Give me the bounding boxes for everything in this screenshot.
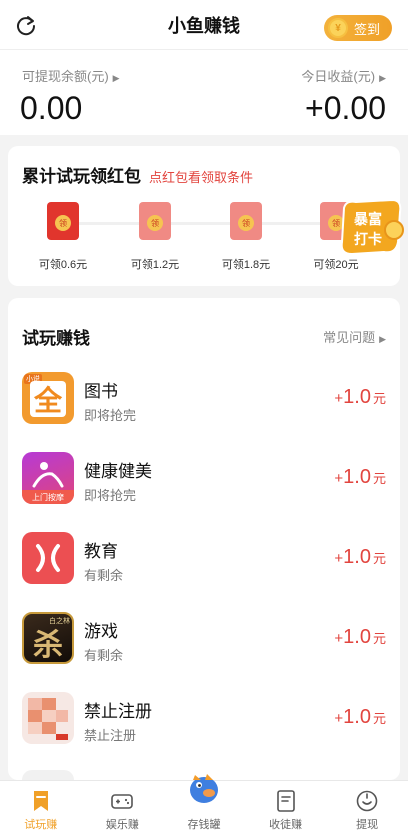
task-reward: +1.0 元 bbox=[334, 546, 386, 568]
tasks-title: 试玩赚钱 bbox=[22, 329, 90, 348]
task-status: 即将抢完 bbox=[84, 488, 137, 503]
red-packet-hint: 点红包看领取条件 bbox=[149, 170, 254, 185]
task-name: 健康健美 bbox=[84, 462, 152, 481]
education-app-icon bbox=[22, 532, 74, 584]
red-packet-2[interactable]: 领 bbox=[139, 202, 171, 240]
tab-piggy-bank[interactable]: 存钱罐 bbox=[163, 774, 245, 838]
svg-text:打卡: 打卡 bbox=[354, 231, 382, 248]
seal-icon: 领 bbox=[55, 215, 71, 231]
task-status: 有剩余 bbox=[84, 568, 124, 583]
seal-icon: 领 bbox=[238, 215, 254, 231]
red-packet-card: 累计试玩领红包 点红包看领取条件 领 领 领 领 可领0.6元 可领1.2元 可领… bbox=[8, 146, 404, 286]
faq-link[interactable]: 常见问题 ▶ bbox=[323, 327, 386, 346]
checkin-badge-icon[interactable]: 暴富 打卡 bbox=[338, 198, 404, 256]
tab-label: 提现 bbox=[356, 819, 379, 831]
tab-recruit-earn[interactable]: 收徒赚 bbox=[245, 781, 327, 838]
seal-icon: 领 bbox=[147, 215, 163, 231]
massage-app-icon: 上门按摩 bbox=[22, 452, 74, 504]
piggy-bank-icon bbox=[189, 774, 218, 803]
refresh-icon[interactable] bbox=[14, 13, 38, 37]
task-reward: +1.0 元 bbox=[334, 626, 386, 648]
red-packet-1[interactable]: 领 bbox=[47, 202, 79, 240]
balance-panel: 可提现余额(元) ▶ 今日收益(元) ▶ 0.00 +0.00 bbox=[0, 50, 408, 135]
red-packet-label-3: 可领1.8元 bbox=[221, 259, 271, 271]
task-name: 图书 bbox=[84, 382, 118, 401]
tab-label: 娱乐赚 bbox=[105, 819, 139, 831]
task-status: 禁止注册 bbox=[84, 728, 137, 743]
task-reward: +1.0 元 bbox=[334, 466, 386, 488]
tab-label: 试玩赚 bbox=[24, 819, 58, 831]
tab-entertainment-earn[interactable]: 娱乐赚 bbox=[82, 781, 164, 838]
next-task-icon bbox=[22, 770, 74, 780]
today-earnings-link[interactable]: 今日收益(元) ▶ bbox=[301, 66, 386, 85]
withdrawable-value: 0.00 bbox=[20, 90, 83, 126]
faq-label: 常见问题 bbox=[323, 330, 376, 345]
task-reward: +1.0 元 bbox=[334, 386, 386, 408]
gamepad-icon bbox=[111, 794, 134, 809]
svg-text:暴富: 暴富 bbox=[353, 211, 382, 228]
tab-withdraw[interactable]: 提现 bbox=[326, 781, 408, 838]
task-item-education[interactable]: 教育 有剩余 +1.0 元 bbox=[22, 532, 386, 588]
game-app-icon: 白之林 杀 bbox=[22, 612, 74, 664]
red-packet-3[interactable]: 领 bbox=[230, 202, 262, 240]
tab-trial-earn[interactable]: 试玩赚 bbox=[0, 781, 82, 838]
task-item-fitness[interactable]: 上门按摩 健康健美 即将抢完 +1.0 元 bbox=[22, 452, 386, 508]
withdrawable-link[interactable]: 可提现余额(元) ▶ bbox=[22, 66, 120, 85]
task-name: 教育 bbox=[84, 542, 118, 561]
red-packet-label-2: 可领1.2元 bbox=[130, 259, 180, 271]
tasks-card: 试玩赚钱 常见问题 ▶ 小说 全 图书 即将抢完 +1.0 元 上门按摩 健康健美 … bbox=[8, 298, 400, 780]
task-name: 禁止注册 bbox=[84, 702, 152, 721]
tab-label: 存钱罐 bbox=[187, 819, 221, 831]
task-reward: +1.0 元 bbox=[334, 706, 386, 728]
red-packet-label-4: 可领20元 bbox=[313, 259, 359, 271]
books-app-icon: 小说 全 bbox=[22, 372, 74, 424]
withdrawable-label: 可提现余额(元) bbox=[22, 69, 109, 84]
page-title: 小鱼赚钱 bbox=[168, 15, 240, 36]
caret-right-icon: ▶ bbox=[112, 73, 120, 83]
bookmark-icon bbox=[33, 791, 48, 811]
blurred-app-icon bbox=[22, 692, 74, 744]
task-item-books[interactable]: 小说 全 图书 即将抢完 +1.0 元 bbox=[22, 372, 386, 428]
smiley-icon bbox=[356, 790, 378, 812]
document-icon bbox=[276, 790, 295, 812]
red-packet-title: 累计试玩领红包 点红包看领取条件 bbox=[22, 167, 254, 186]
caret-right-icon: ▶ bbox=[379, 334, 386, 344]
task-name: 游戏 bbox=[84, 622, 118, 641]
today-earnings-value: +0.00 bbox=[305, 90, 386, 126]
red-packet-label-1: 可领0.6元 bbox=[38, 259, 88, 271]
task-item-game[interactable]: 白之林 杀 游戏 有剩余 +1.0 元 bbox=[22, 612, 386, 668]
tab-label: 收徒赚 bbox=[269, 819, 303, 831]
today-earnings-label: 今日收益(元) bbox=[301, 69, 376, 84]
task-status: 即将抢完 bbox=[84, 408, 137, 423]
task-status: 有剩余 bbox=[84, 648, 124, 663]
coin-icon: ¥ bbox=[328, 18, 348, 38]
bottom-tab-bar: 试玩赚 娱乐赚 存钱罐 收徒赚 提现 bbox=[0, 774, 408, 838]
progress-track bbox=[64, 222, 364, 225]
caret-right-icon: ▶ bbox=[379, 73, 386, 83]
task-item-restricted[interactable]: 禁止注册 禁止注册 +1.0 元 bbox=[22, 692, 386, 748]
signin-label: 签到 bbox=[354, 21, 381, 37]
top-bar: 小鱼赚钱 ¥ 签到 bbox=[0, 0, 408, 50]
signin-button[interactable]: ¥ 签到 bbox=[324, 15, 392, 41]
